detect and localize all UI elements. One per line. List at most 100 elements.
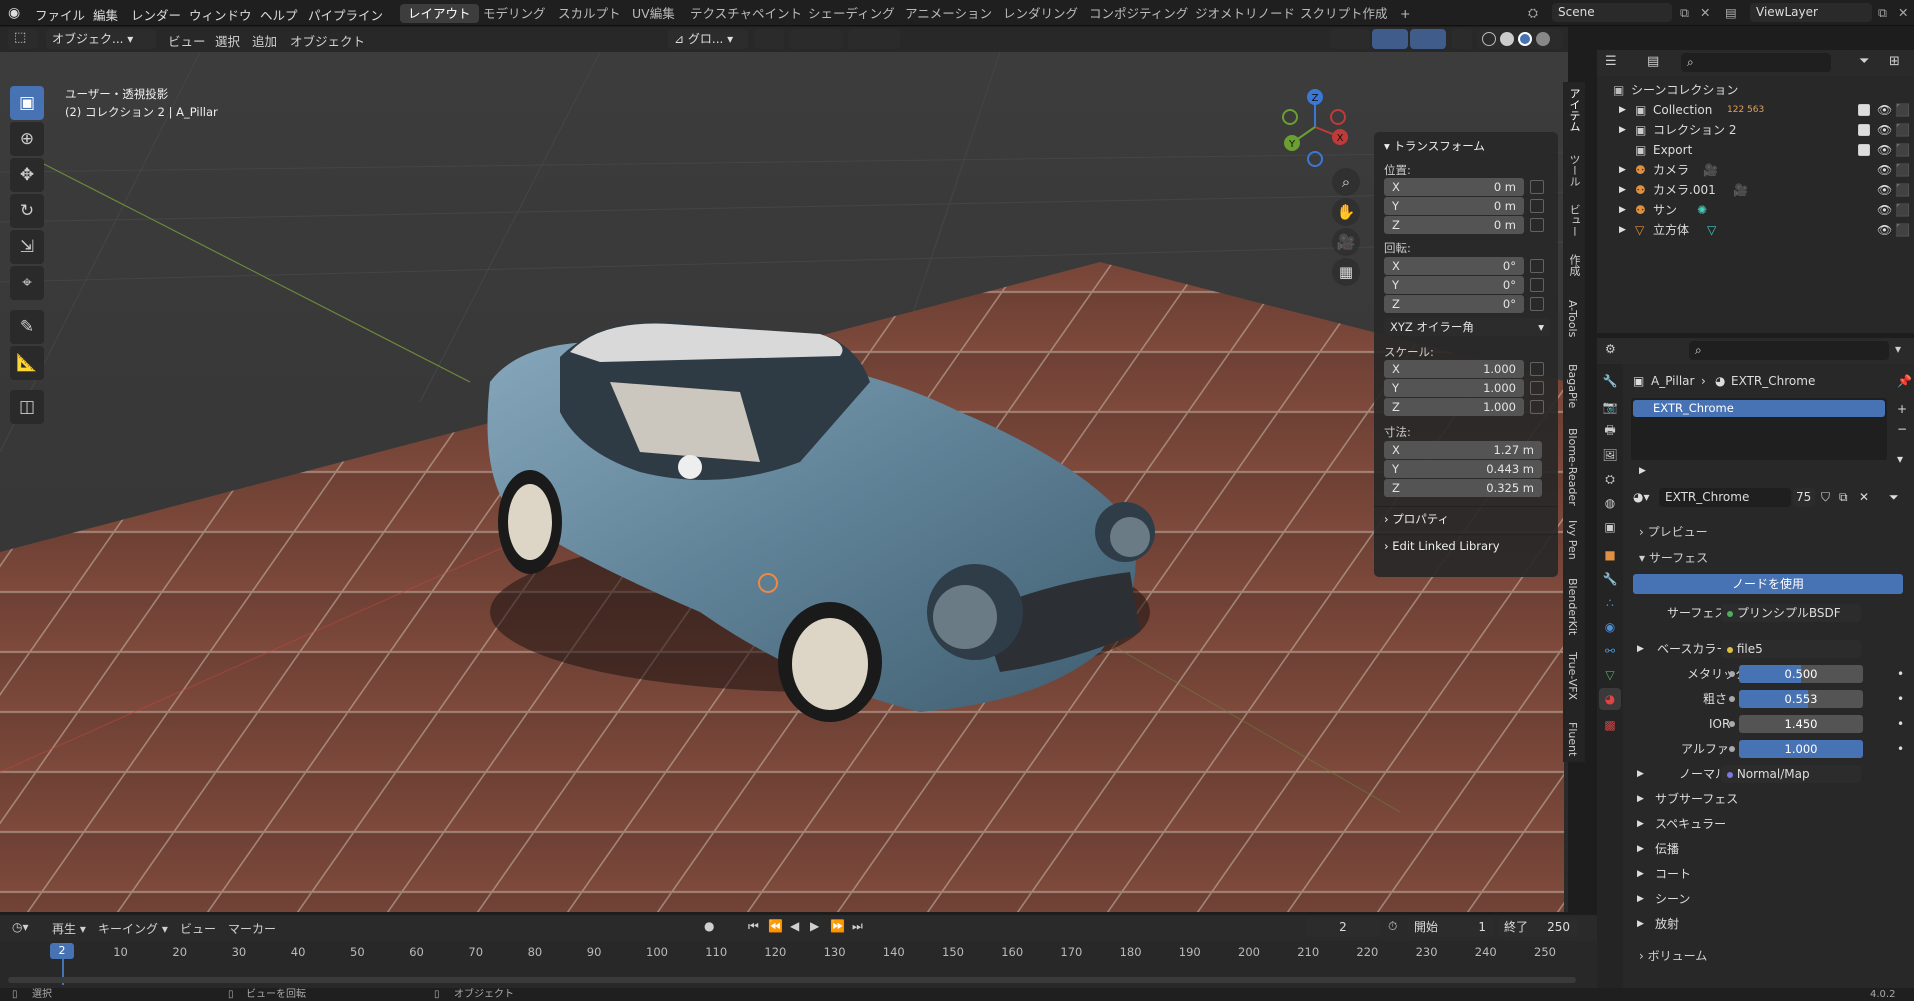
perspective-grid-icon[interactable]: ▦ [1332, 258, 1360, 286]
prev-keyframe-icon[interactable]: ⏪ [768, 919, 783, 933]
menu-help[interactable]: ヘルプ [260, 5, 298, 24]
move-tool-icon[interactable]: ✥ [10, 158, 44, 192]
expand-arrow-icon[interactable]: ▶ [1639, 466, 1646, 476]
gizmo-z-label[interactable]: Z [1312, 93, 1319, 104]
chevron-down-icon[interactable]: ▾ [1895, 342, 1901, 356]
eye-icon[interactable]: 👁 [1877, 140, 1892, 160]
eye-icon[interactable]: 👁 [1877, 160, 1892, 180]
add-slot-icon[interactable]: + [1897, 402, 1907, 416]
lock-icon[interactable] [1530, 259, 1544, 273]
users-count[interactable]: 75 [1793, 488, 1815, 507]
tab-uv-editing[interactable]: UV編集 [624, 4, 683, 23]
stopwatch-icon[interactable]: ⏱ [1388, 919, 1397, 934]
new-collection-icon[interactable]: ⊞ [1889, 54, 1900, 69]
scale-tool-icon[interactable]: ⇲ [10, 230, 44, 264]
gizmo-x-label[interactable]: X [1337, 133, 1344, 144]
view-layer-selector[interactable]: ViewLayer [1750, 3, 1872, 22]
jump-start-icon[interactable]: ⏮ [748, 919, 759, 934]
mode-selector[interactable]: オブジェク... ▾ [46, 29, 156, 49]
pivot-point-icon[interactable] [754, 29, 784, 49]
subsection-coat[interactable]: ▶ コート [1627, 863, 1912, 885]
side-tab-bagapie[interactable]: BagaPie [1566, 364, 1579, 408]
outliner-scene-collection[interactable]: ▣ シーンコレクション [1597, 80, 1914, 100]
volume-section-header[interactable]: › ボリューム [1631, 946, 1914, 966]
record-icon[interactable]: ● [704, 919, 714, 933]
gizmo-y-label[interactable]: Y [1288, 139, 1296, 150]
socket-dot-icon[interactable] [1729, 721, 1735, 727]
playhead-frame[interactable]: 2 [50, 943, 74, 959]
keyframe-dot-icon[interactable]: • [1897, 663, 1904, 685]
lock-icon[interactable] [1530, 381, 1544, 395]
shading-mode-icon[interactable] [1478, 29, 1562, 49]
collection-tab-icon[interactable]: ▣ [1599, 516, 1621, 538]
jump-end-icon[interactable]: ⏭ [852, 919, 863, 934]
outliner-row[interactable]: ▶ ▣ コレクション 2 👁 ⬛ [1597, 120, 1914, 140]
location-y-field[interactable]: Y 0 m [1384, 197, 1524, 215]
new-view-layer-icon[interactable]: ⧉ [1878, 5, 1887, 21]
outliner-row[interactable]: ▶ ⚉ カメラ.001 🎥 👁 ⬛ [1597, 180, 1914, 200]
keyframe-dot-icon[interactable]: • [1897, 738, 1904, 760]
menu-playback[interactable]: 再生 ▾ [52, 920, 86, 937]
select-box-tool-icon[interactable]: ▣ [10, 86, 44, 120]
pan-hand-icon[interactable]: ✋ [1332, 198, 1360, 226]
menu-add[interactable]: 追加 [252, 31, 277, 50]
unlink-icon[interactable]: ✕ [1859, 490, 1869, 504]
tab-rendering[interactable]: レンダリング [995, 4, 1086, 23]
expand-arrow-icon[interactable]: ▶ [1637, 913, 1644, 935]
side-tab-view[interactable]: ビュー [1566, 204, 1582, 237]
lock-icon[interactable] [1530, 199, 1544, 213]
view-layer-icon[interactable]: ▤ [1725, 5, 1737, 20]
rotation-y-field[interactable]: Y 0° [1384, 276, 1524, 294]
end-frame-field[interactable]: 終了 250 [1498, 918, 1578, 937]
tab-shading[interactable]: シェーディング [800, 4, 903, 23]
current-frame-field[interactable]: 2 [1306, 918, 1380, 937]
material-tab-icon[interactable]: ◕ [1599, 688, 1621, 710]
properties-editor-icon[interactable]: ⚙ [1605, 342, 1616, 356]
editor-type-icon[interactable]: ⬚ [8, 29, 38, 49]
menu-window[interactable]: ウィンドウ [189, 5, 252, 24]
texture-tab-icon[interactable]: ▩ [1599, 714, 1621, 736]
subsection-specular[interactable]: ▶ スペキュラー [1627, 813, 1912, 835]
outliner-row[interactable]: ▶ ▽ 立方体 ▽ 👁 ⬛ [1597, 220, 1914, 240]
expand-arrow-icon[interactable]: ▶ [1619, 200, 1626, 220]
transform-orientation-selector[interactable]: ⊿ グロ... ▾ [668, 29, 748, 49]
duplicate-icon[interactable]: ⧉ [1839, 490, 1848, 505]
breadcrumb-material[interactable]: EXTR_Chrome [1731, 374, 1815, 388]
menu-pipeline[interactable]: パイプライン [308, 5, 383, 24]
add-workspace-button[interactable]: + [1392, 4, 1418, 23]
display-mode-icon[interactable]: ▤ [1647, 54, 1659, 69]
outliner-editor-icon[interactable]: ☰ [1605, 54, 1617, 69]
snap-icon[interactable] [790, 29, 842, 49]
eye-icon[interactable]: 👁 [1877, 200, 1892, 220]
dimension-z-field[interactable]: Z 0.325 m [1384, 479, 1542, 497]
scale-z-field[interactable]: Z 1.000 [1384, 398, 1524, 416]
lock-icon[interactable] [1530, 218, 1544, 232]
checkbox-icon[interactable] [1858, 104, 1870, 116]
measure-tool-icon[interactable]: 📐 [10, 346, 44, 380]
expand-arrow-icon[interactable]: ▶ [1619, 180, 1626, 200]
socket-dot-icon[interactable] [1729, 671, 1735, 677]
lock-icon[interactable] [1530, 297, 1544, 311]
menu-timeline-view[interactable]: ビュー [180, 920, 216, 937]
scene-tab-icon[interactable]: ⛭ [1599, 468, 1621, 490]
surface-section-header[interactable]: ▾ サーフェス [1631, 548, 1914, 568]
lock-icon[interactable] [1530, 278, 1544, 292]
side-tab-true-vfx[interactable]: True-VFX [1566, 652, 1579, 700]
subsection-emission[interactable]: ▶ 放射 [1627, 913, 1912, 935]
expand-arrow-icon[interactable]: ▶ [1619, 100, 1626, 120]
surface-shader-selector[interactable]: プリンシプルBSDF [1721, 604, 1861, 622]
subsection-transmission[interactable]: ▶ 伝播 [1627, 838, 1912, 860]
cursor-tool-icon[interactable]: ⊕ [10, 122, 44, 156]
tab-geometry-nodes[interactable]: ジオメトリノード [1187, 4, 1303, 23]
material-browse-icon[interactable]: ◕▾ [1633, 490, 1650, 504]
next-keyframe-icon[interactable]: ⏩ [830, 919, 845, 933]
gizmo-toggle-icon[interactable] [1372, 29, 1408, 49]
rotation-z-field[interactable]: Z 0° [1384, 295, 1524, 313]
menu-edit[interactable]: 編集 [93, 5, 118, 24]
alpha-slider[interactable]: 1.000 [1739, 740, 1863, 758]
keyframe-dot-icon[interactable]: • [1897, 688, 1904, 710]
outliner-row[interactable]: ▶ ▣ Collection 122 563 👁 ⬛ [1597, 100, 1914, 120]
menu-object[interactable]: オブジェクト [290, 31, 365, 50]
eye-icon[interactable]: 👁 [1877, 120, 1892, 140]
menu-marker[interactable]: マーカー [228, 920, 276, 937]
